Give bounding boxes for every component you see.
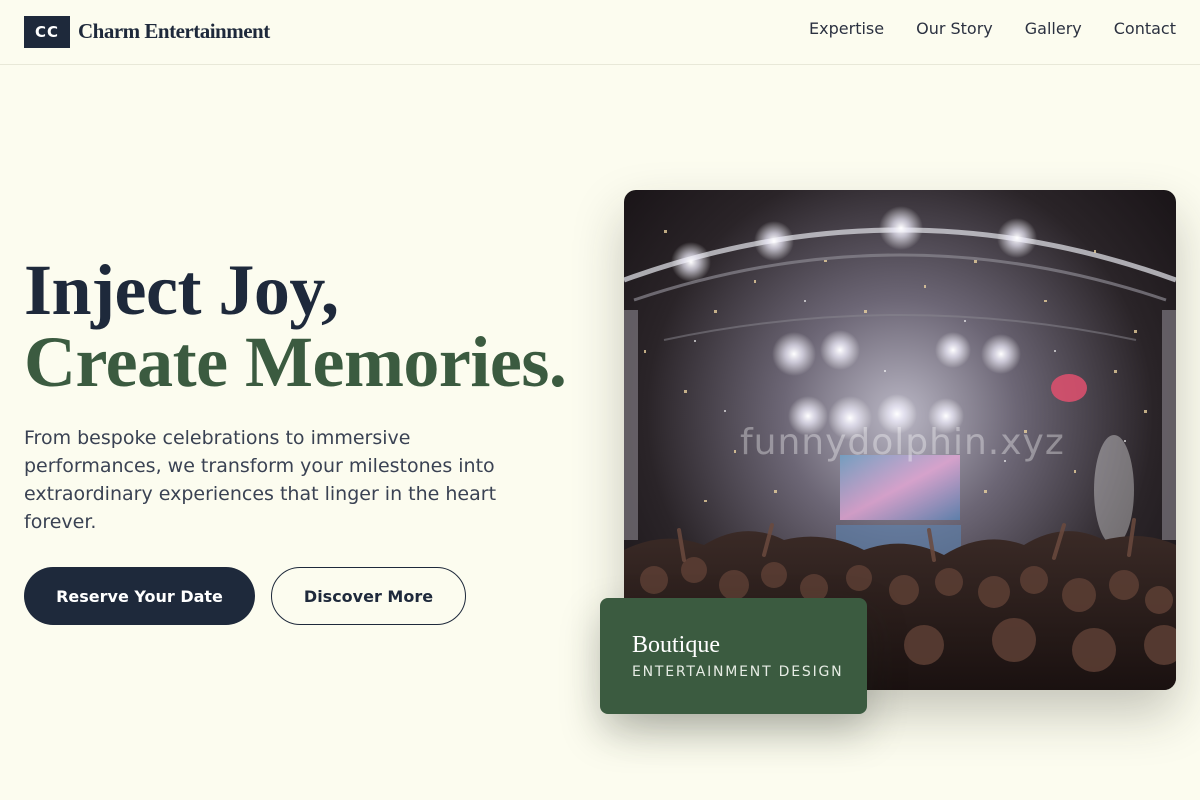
nav-link-gallery[interactable]: Gallery xyxy=(1025,18,1082,40)
hero-subtext: From bespoke celebrations to immersive p… xyxy=(24,427,497,533)
hero-headline: Inject Joy, Create Memories. xyxy=(24,250,567,402)
logo-badge[interactable]: CC xyxy=(24,16,70,48)
badge-title: Boutique xyxy=(632,632,720,658)
nav-link-contact[interactable]: Contact xyxy=(1114,18,1176,40)
headline-line-2: Create Memories. xyxy=(24,322,567,402)
badge-subtitle: ENTERTAINMENT DESIGN xyxy=(632,664,844,680)
image-watermark: funnydolphin.xyz xyxy=(740,422,1065,463)
nav-link-our-story[interactable]: Our Story xyxy=(916,18,993,40)
reserve-date-button[interactable]: Reserve Your Date xyxy=(24,567,255,625)
boutique-badge-card: Boutique ENTERTAINMENT DESIGN xyxy=(600,598,867,714)
headline-line-1: Inject Joy, xyxy=(24,250,339,330)
main-nav: Expertise Our Story Gallery Contact xyxy=(809,18,1176,40)
discover-more-button[interactable]: Discover More xyxy=(271,567,466,625)
brand-name[interactable]: Charm Entertainment xyxy=(78,19,270,44)
nav-link-expertise[interactable]: Expertise xyxy=(809,18,884,40)
site-header: CC Charm Entertainment Expertise Our Sto… xyxy=(0,0,1200,65)
